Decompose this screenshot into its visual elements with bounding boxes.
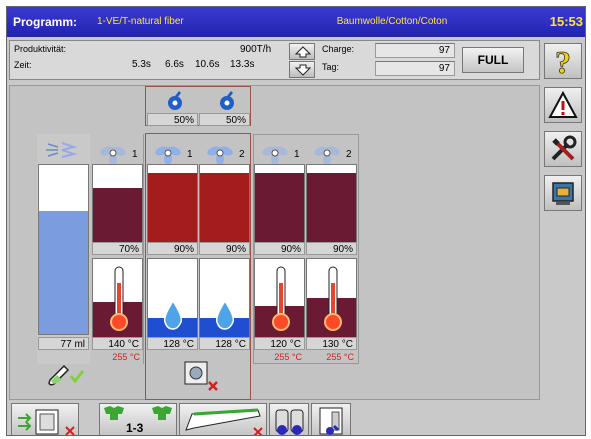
tools-button[interactable] xyxy=(544,131,582,167)
program-label: Programm: xyxy=(13,15,78,29)
zone-fan-speed-bar xyxy=(199,164,250,244)
productivity-value: 900T/h xyxy=(240,44,272,55)
reservoir-volume: 77 ml xyxy=(38,337,89,350)
door-button[interactable] xyxy=(311,403,351,435)
humidity-zone xyxy=(147,258,198,338)
zone-fan-speed-fill xyxy=(200,172,249,243)
air-flow-icon xyxy=(46,142,78,158)
feed-icon xyxy=(18,409,75,435)
time-value-4: 13.3s xyxy=(230,59,255,70)
zone-temperature: 128 °C xyxy=(147,337,198,350)
door-icon xyxy=(319,407,343,435)
cylinder-icon xyxy=(275,409,304,435)
screen-icon xyxy=(552,182,574,205)
zone-fan-speed-value: 90% xyxy=(147,242,198,255)
clock: 15:53 xyxy=(549,14,583,29)
zone-group-right xyxy=(253,134,359,364)
time-value-1: 5.3s xyxy=(132,59,151,70)
zone-fan-3[interactable]: 2 xyxy=(199,139,250,167)
conveyor-icon xyxy=(185,408,263,435)
machine-overview: 50% 50% 77 ml 1 70% 140 °C 255 °C 1 90% 128 °C… xyxy=(9,85,540,400)
step-label: 1-3 xyxy=(126,421,144,435)
warning-button[interactable] xyxy=(544,87,582,123)
conveyor-button[interactable] xyxy=(179,403,267,435)
warning-icon xyxy=(548,90,578,118)
feed-button[interactable] xyxy=(11,403,79,435)
time-label: Zeit: xyxy=(14,60,32,70)
zone-fan-2[interactable]: 1 xyxy=(147,139,198,167)
material-name: Baumwolle/Cotton/Coton xyxy=(336,16,448,27)
zone-1-frame xyxy=(92,134,144,364)
help-button[interactable]: ? xyxy=(544,43,582,79)
humidifier-off-button[interactable] xyxy=(147,356,250,398)
day-label: Tag: xyxy=(322,62,340,72)
screen-button[interactable] xyxy=(544,175,582,211)
fan-icon xyxy=(220,91,234,110)
humidifier-off-icon xyxy=(184,361,218,391)
zone-fan-speed-value: 90% xyxy=(199,242,250,255)
machine-screen: Programm: 1-VE/T-natural fiber Baumwolle… xyxy=(6,6,586,436)
fan-number: 2 xyxy=(239,149,245,160)
title-bar: Programm: 1-VE/T-natural fiber Baumwolle… xyxy=(7,7,585,37)
charge-field: 97 xyxy=(375,43,455,58)
arrow-up-icon xyxy=(295,46,311,58)
fan-icon xyxy=(168,91,182,110)
fan-icon xyxy=(155,146,181,165)
top-fan-2-pct: 50% xyxy=(199,113,250,126)
svg-text:?: ? xyxy=(555,46,571,76)
decrease-button[interactable] xyxy=(289,61,315,78)
program-name: 1-VE/T-natural fiber xyxy=(97,16,184,27)
info-panel: Produktivität: 900T/h Zeit: 5.3s 6.6s 10… xyxy=(9,40,540,80)
full-button[interactable]: FULL xyxy=(462,47,524,73)
time-value-3: 10.6s xyxy=(195,59,220,70)
productivity-label: Produktivität: xyxy=(14,44,67,54)
charge-label: Charge: xyxy=(322,44,355,54)
sample-button[interactable] xyxy=(38,353,89,391)
fan-icon xyxy=(207,146,233,165)
reservoir-tank xyxy=(38,164,89,335)
zone-temperature: 128 °C xyxy=(199,337,250,350)
time-value-2: 6.6s xyxy=(165,59,184,70)
tools-icon xyxy=(551,135,577,161)
increase-button[interactable] xyxy=(289,43,315,60)
cylinder-button[interactable] xyxy=(269,403,309,435)
help-icon: ? xyxy=(555,46,572,76)
drop-icon xyxy=(163,299,183,330)
drop-icon xyxy=(215,299,235,330)
top-fan-1-pct: 50% xyxy=(147,113,198,126)
reservoir-level xyxy=(39,210,88,334)
test-tube-icon xyxy=(48,364,85,386)
fan-number: 1 xyxy=(187,149,193,160)
arrow-down-icon xyxy=(295,64,311,76)
humidity-zone xyxy=(199,258,250,338)
zone-fan-speed-bar xyxy=(147,164,198,244)
step-button[interactable]: 1-3 xyxy=(99,403,177,435)
day-field: 97 xyxy=(375,61,455,76)
zone-fan-speed-fill xyxy=(148,172,197,243)
